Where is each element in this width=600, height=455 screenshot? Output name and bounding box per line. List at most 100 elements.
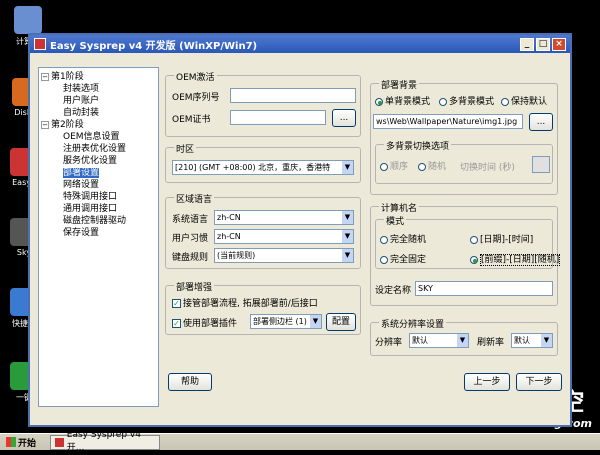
taskbar-item-label: Easy Sysprep v4 开... — [66, 430, 141, 453]
prev-button[interactable]: 上一步 — [464, 373, 510, 391]
keyboard-label: 键盘规则 — [172, 253, 209, 263]
takeover-checkbox[interactable]: ✓ 接管部署流程, 拓展部署前/后接口 — [172, 296, 318, 309]
timezone-group: 时区 [210] (GMT +08:00) 北京，重庆，香港特 — [165, 142, 361, 183]
region-group: 区域语言 系统语言 zh-CN 用户习惯 zh-CN 键盘规则 (当前规则) — [165, 192, 361, 269]
date-time-radio[interactable]: [日期]-[时间] — [470, 232, 533, 245]
start-button[interactable]: 开始 — [0, 435, 42, 450]
keep-default-radio[interactable]: 保持默认 — [501, 94, 547, 107]
radio-dot — [439, 97, 447, 106]
tree-item-general-interface[interactable]: 通用调用接口 — [41, 203, 156, 215]
res-select[interactable]: 默认 — [409, 333, 469, 348]
radio-dot — [380, 255, 388, 264]
oem-cert-label: OEM证书 — [172, 115, 211, 125]
deploy-enh-group: 部署增强 ✓ 接管部署流程, 拓展部署前/后接口 ✓ 使用部署插件 部署侧边栏 (1… — [165, 280, 361, 335]
window-title: Easy Sysprep v4 开发版 (WinXP/Win7) — [50, 40, 258, 52]
random-radio[interactable]: 随机 — [418, 159, 446, 172]
checkmark-icon: ✓ — [172, 319, 181, 328]
tree-item-label: 用户账户 — [63, 96, 100, 106]
multi-bg-radio[interactable]: 多背景模式 — [439, 94, 494, 107]
switch-options-legend: 多背景切换选项 — [384, 139, 452, 152]
user-locale-label: 用户习惯 — [172, 234, 209, 244]
collapse-icon[interactable]: − — [41, 72, 49, 81]
taskbar: 开始 Easy Sysprep v4 开... — [0, 430, 600, 453]
single-bg-radio[interactable]: 单背景模式 — [375, 94, 430, 107]
computer-icon — [14, 6, 42, 34]
full-fixed-radio[interactable]: 完全固定 — [380, 252, 426, 265]
switch-time-label: 切换时间 (秒) — [460, 163, 515, 173]
refresh-label: 刷新率 — [477, 338, 505, 348]
next-button[interactable]: 下一步 — [516, 373, 562, 391]
tree-item-disk-driver[interactable]: 磁盘控制器驱动 — [41, 215, 156, 227]
config-button[interactable]: 配置 — [326, 313, 356, 331]
tree-item-oem[interactable]: OEM信息设置 — [41, 131, 156, 143]
plugin-select[interactable]: 部署侧边栏 (1) — [250, 314, 322, 329]
mode-legend: 模式 — [384, 214, 407, 227]
tree-item-auto-package[interactable]: 自动封装 — [41, 107, 156, 119]
multi-bg-label: 多背景模式 — [449, 97, 495, 107]
sys-lang-select[interactable]: zh-CN — [214, 210, 354, 225]
user-locale-select[interactable]: zh-CN — [214, 229, 354, 244]
easy-sysprep-icon — [55, 437, 64, 447]
tree-item-label: OEM信息设置 — [63, 132, 120, 142]
help-button[interactable]: 帮助 — [168, 373, 212, 391]
maximize-button[interactable]: □ — [536, 37, 550, 51]
radio-dot — [470, 255, 478, 264]
windows-logo-icon — [6, 437, 16, 447]
oem-group: OEM激活 OEM序列号 OEM证书 ... — [165, 70, 361, 137]
tree-item-stage1[interactable]: − 第1阶段 — [41, 71, 156, 83]
oem-cert-browse-button[interactable]: ... — [332, 109, 356, 127]
switch-options-group: 多背景切换选项 顺序 随机 切换时间 (秒) — [375, 139, 553, 184]
full-fixed-label: 完全固定 — [390, 255, 427, 265]
region-legend: 区域语言 — [174, 192, 215, 205]
timezone-legend: 时区 — [174, 142, 197, 155]
oem-cert-input[interactable] — [230, 110, 326, 125]
oem-serial-label: OEM序列号 — [172, 93, 220, 103]
tree-item-label: 自动封装 — [63, 108, 100, 118]
tree-item-save[interactable]: 保存设置 — [41, 227, 156, 239]
res-label: 分辨率 — [375, 338, 403, 348]
tree-item-user-accounts[interactable]: 用户账户 — [41, 95, 156, 107]
collapse-icon[interactable]: − — [41, 120, 49, 129]
resolution-legend: 系统分辨率设置 — [379, 317, 447, 330]
plugin-checkbox[interactable]: ✓ 使用部署插件 — [172, 316, 237, 329]
close-button[interactable]: × — [552, 37, 566, 51]
tree-item-network[interactable]: 网络设置 — [41, 179, 156, 191]
date-time-label: [日期]-[时间] — [480, 235, 534, 245]
timezone-select[interactable]: [210] (GMT +08:00) 北京，重庆，香港特 — [172, 160, 354, 175]
resolution-group: 系统分辨率设置 分辨率 默认 刷新率 默认 — [370, 317, 558, 356]
keep-default-label: 保持默认 — [511, 97, 548, 107]
window-content: − 第1阶段 封装选项 用户账户 自动封装 − 第2阶段 OEM信息设置 注册表优化… — [30, 53, 570, 425]
prefix-date-random-radio[interactable]: [前缀]-[日期][随机] — [470, 252, 561, 266]
tree-item-deploy[interactable]: 部署设置 — [41, 167, 156, 179]
tree-item-package-options[interactable]: 封装选项 — [41, 83, 156, 95]
tree-item-services[interactable]: 服务优化设置 — [41, 155, 156, 167]
tree-item-label: 服务优化设置 — [63, 156, 118, 166]
mode-group: 模式 完全随机 [日期]-[时间] 完全固定 [前缀]-[日期][随机] — [375, 214, 561, 269]
computer-name-legend: 计算机名 — [379, 201, 420, 214]
keyboard-select[interactable]: (当前规则) — [214, 248, 354, 263]
tree-item-stage2[interactable]: − 第2阶段 — [41, 119, 156, 131]
tree-item-label: 磁盘控制器驱动 — [63, 216, 127, 226]
title-bar[interactable]: Easy Sysprep v4 开发版 (WinXP/Win7) _ □ × — [30, 35, 570, 53]
full-random-label: 完全随机 — [390, 235, 427, 245]
plugin-label: 使用部署插件 — [183, 319, 238, 329]
bg-path-input[interactable]: ws\Web\Wallpaper\Nature\img1.jpg — [373, 114, 523, 129]
radio-dot — [380, 235, 388, 244]
minimize-button[interactable]: _ — [520, 37, 534, 51]
tree-item-special-interface[interactable]: 特殊调用接口 — [41, 191, 156, 203]
oem-serial-input[interactable] — [230, 88, 356, 103]
bg-browse-button[interactable]: ... — [529, 113, 553, 131]
refresh-select[interactable]: 默认 — [511, 333, 553, 348]
tree-item-label: 部署设置 — [63, 168, 100, 178]
full-random-radio[interactable]: 完全随机 — [380, 232, 426, 245]
single-bg-label: 单背景模式 — [385, 97, 431, 107]
background-group: 部署背景 单背景模式 多背景模式 保持默认 ws\Web\Wallpaper\N… — [370, 78, 558, 195]
nav-tree: − 第1阶段 封装选项 用户账户 自动封装 − 第2阶段 OEM信息设置 注册表优化… — [38, 67, 159, 407]
prefix-date-random-label: [前缀]-[日期][随机] — [480, 254, 561, 266]
tree-item-registry[interactable]: 注册表优化设置 — [41, 143, 156, 155]
order-radio[interactable]: 顺序 — [380, 159, 408, 172]
switch-time-input[interactable] — [532, 156, 550, 173]
taskbar-item-easy-sysprep[interactable]: Easy Sysprep v4 开... — [50, 430, 161, 453]
set-name-input[interactable]: SKY — [415, 281, 553, 296]
random-label: 随机 — [428, 162, 447, 172]
